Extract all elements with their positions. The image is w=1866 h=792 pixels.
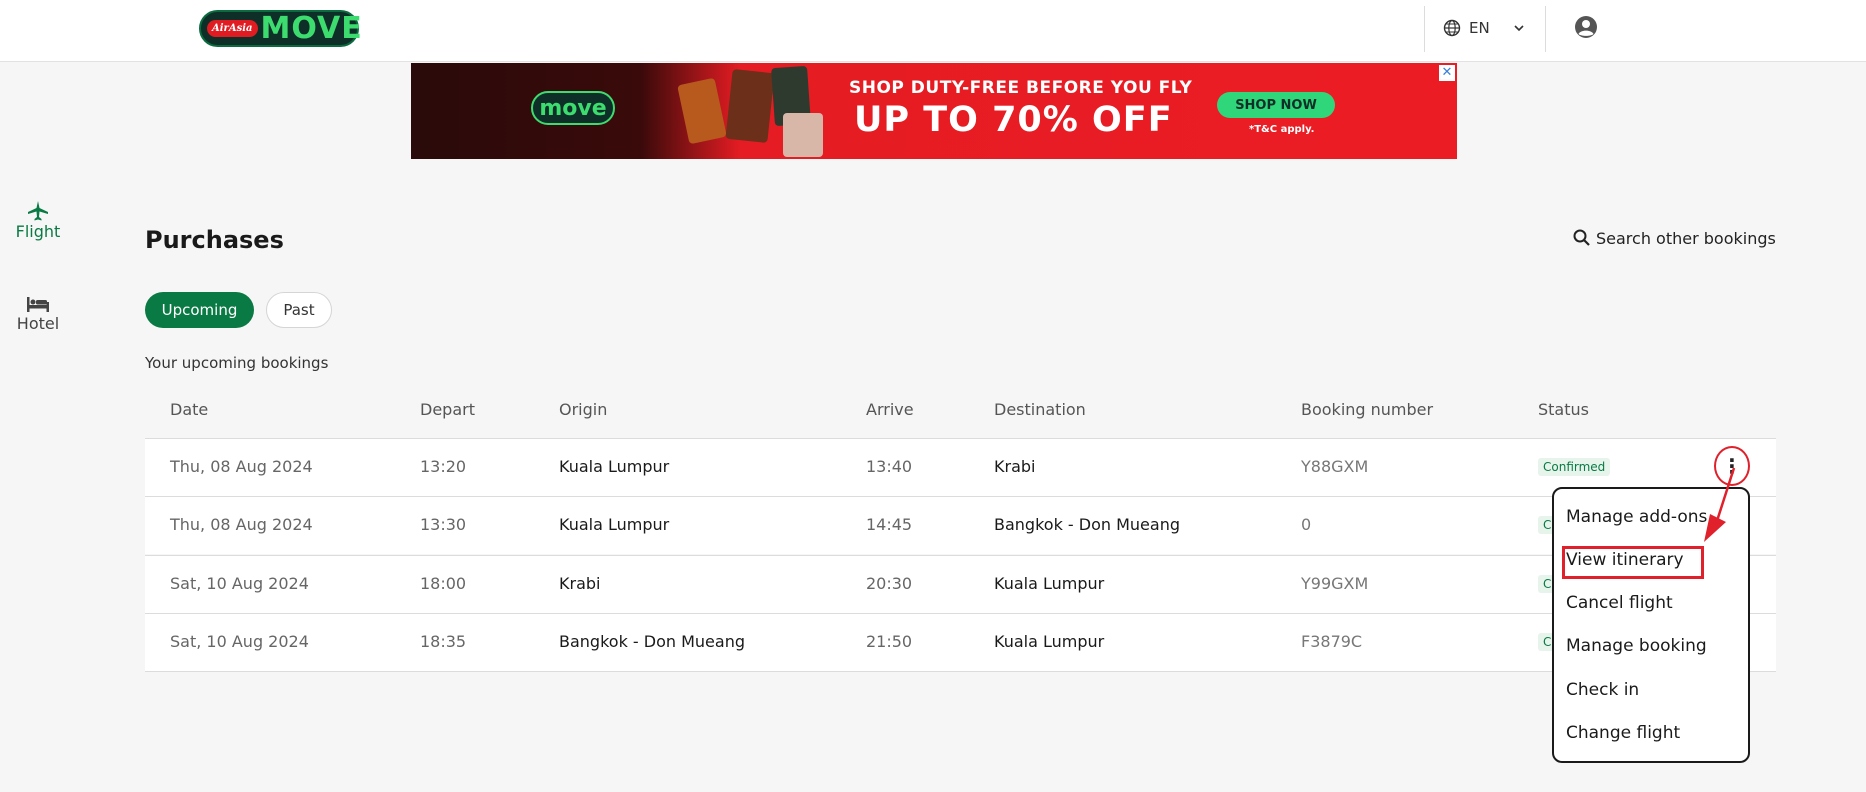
tab-past[interactable]: Past xyxy=(266,292,332,328)
top-header: AirAsia MOVE EN xyxy=(0,0,1866,62)
column-header-booking-number: Booking number xyxy=(1301,400,1434,419)
cell-origin: Kuala Lumpur xyxy=(559,515,670,534)
sidenav-label-hotel: Hotel xyxy=(16,314,60,333)
table-row[interactable]: Sat, 10 Aug 2024 18:00 Krabi 20:30 Kuala… xyxy=(145,555,1776,613)
table-row[interactable]: Thu, 08 Aug 2024 13:20 Kuala Lumpur 13:4… xyxy=(145,438,1776,496)
column-header-origin: Origin xyxy=(559,400,608,419)
table-row[interactable]: Sat, 10 Aug 2024 18:35 Bangkok - Don Mue… xyxy=(145,613,1776,671)
ad-headline: SHOP DUTY-FREE BEFORE YOU FLY xyxy=(849,78,1193,98)
cell-origin: Krabi xyxy=(559,574,601,593)
ad-terms: *T&C apply. xyxy=(1249,124,1315,135)
globe-icon xyxy=(1443,19,1461,37)
cell-date: Thu, 08 Aug 2024 xyxy=(170,457,313,476)
airplane-icon xyxy=(28,201,48,221)
status-badge: Confirmed xyxy=(1538,458,1611,476)
perfume-bottle-image xyxy=(783,113,823,157)
cell-booking-number: 0 xyxy=(1301,515,1312,534)
airasia-move-logo[interactable]: AirAsia MOVE xyxy=(199,10,362,47)
menu-item-cancel-flight[interactable]: Cancel flight xyxy=(1566,593,1673,613)
cell-depart: 13:20 xyxy=(420,457,467,476)
menu-item-check-in[interactable]: Check in xyxy=(1566,680,1639,700)
cell-arrive: 20:30 xyxy=(866,574,913,593)
sidenav-item-hotel[interactable]: Hotel xyxy=(0,294,76,333)
bed-icon xyxy=(27,297,49,312)
cell-origin: Kuala Lumpur xyxy=(559,457,670,476)
ad-banner[interactable]: move SHOP DUTY-FREE BEFORE YOU FLY UP TO… xyxy=(411,63,1457,159)
search-other-bookings-link[interactable]: Search other bookings xyxy=(1572,228,1776,248)
column-header-destination: Destination xyxy=(994,400,1086,419)
search-label: Search other bookings xyxy=(1596,228,1776,248)
cell-date: Thu, 08 Aug 2024 xyxy=(170,515,313,534)
search-icon xyxy=(1573,229,1590,246)
cell-booking-number: F3879C xyxy=(1301,632,1363,651)
chevron-down-icon xyxy=(1514,25,1524,32)
header-divider xyxy=(1545,6,1546,52)
cell-depart: 18:00 xyxy=(420,574,467,593)
ad-move-logo: move xyxy=(531,91,615,125)
sidenav-label-flight: Flight xyxy=(15,222,61,241)
column-header-depart: Depart xyxy=(420,400,475,419)
cell-booking-number: Y88GXM xyxy=(1301,457,1369,476)
column-header-date: Date xyxy=(170,400,209,419)
bookings-subtitle: Your upcoming bookings xyxy=(145,354,329,372)
cell-destination: Kuala Lumpur xyxy=(994,632,1105,651)
table-bottom-border xyxy=(145,671,1776,672)
menu-item-manage-add-ons[interactable]: Manage add-ons xyxy=(1566,507,1707,527)
perfume-bottle-image xyxy=(677,77,727,145)
cell-destination: Bangkok - Don Mueang xyxy=(994,515,1180,534)
ad-shop-now-button[interactable]: SHOP NOW xyxy=(1217,92,1335,118)
ad-offer: UP TO 70% OFF xyxy=(854,100,1173,140)
cell-booking-number: Y99GXM xyxy=(1301,574,1369,593)
table-header: Date Depart Origin Arrive Destination Bo… xyxy=(145,400,1776,438)
column-header-arrive: Arrive xyxy=(866,400,914,419)
table-row[interactable]: Thu, 08 Aug 2024 13:30 Kuala Lumpur 14:4… xyxy=(145,496,1776,554)
sidenav-item-flight[interactable]: Flight xyxy=(0,200,76,241)
annotation-arrow-icon xyxy=(1704,467,1736,542)
language-selector[interactable]: EN xyxy=(1443,15,1526,41)
cell-destination: Krabi xyxy=(994,457,1036,476)
menu-item-change-flight[interactable]: Change flight xyxy=(1566,723,1680,743)
column-header-status: Status xyxy=(1538,400,1589,419)
cell-destination: Kuala Lumpur xyxy=(994,574,1105,593)
airasia-badge: AirAsia xyxy=(207,20,258,37)
perfume-bottle-image xyxy=(725,68,775,144)
cell-date: Sat, 10 Aug 2024 xyxy=(170,574,309,593)
page-title: Purchases xyxy=(145,226,284,254)
tab-upcoming[interactable]: Upcoming xyxy=(145,292,254,328)
menu-item-manage-booking[interactable]: Manage booking xyxy=(1566,636,1707,656)
cell-depart: 13:30 xyxy=(420,515,467,534)
account-icon[interactable] xyxy=(1574,15,1598,39)
cell-arrive: 13:40 xyxy=(866,457,913,476)
header-divider xyxy=(1424,6,1425,52)
cell-depart: 18:35 xyxy=(420,632,467,651)
cell-arrive: 14:45 xyxy=(866,515,913,534)
cell-origin: Bangkok - Don Mueang xyxy=(559,632,745,651)
menu-item-view-itinerary[interactable]: View itinerary xyxy=(1566,550,1684,570)
language-label: EN xyxy=(1469,19,1490,37)
cell-arrive: 21:50 xyxy=(866,632,913,651)
move-logo-text: MOVE xyxy=(260,10,363,46)
ad-close-icon[interactable]: ✕ xyxy=(1439,65,1455,81)
cell-date: Sat, 10 Aug 2024 xyxy=(170,632,309,651)
